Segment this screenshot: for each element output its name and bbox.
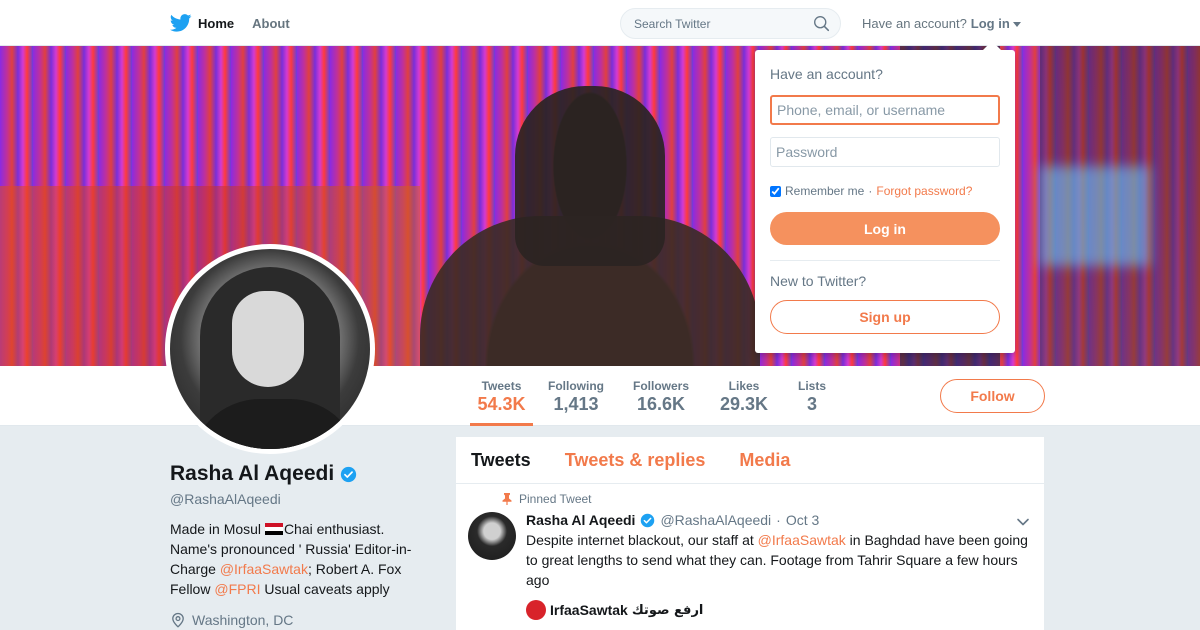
bio-mention-link[interactable]: @IrfaaSawtak bbox=[220, 561, 308, 577]
verified-badge-icon bbox=[341, 466, 357, 482]
tweet-avatar[interactable] bbox=[468, 512, 516, 560]
stat-value: 54.3K bbox=[477, 394, 526, 414]
stat-likes[interactable]: Likes 29.3K bbox=[718, 366, 770, 426]
login-menu-toggle[interactable]: Log in bbox=[971, 16, 1021, 31]
new-to-twitter-prompt: New to Twitter? bbox=[770, 273, 867, 289]
tab-media[interactable]: Media bbox=[739, 450, 790, 471]
verified-badge-icon bbox=[641, 513, 655, 527]
pinned-tweet[interactable]: Pinned Tweet Rasha Al Aqeedi @RashaAlAqe… bbox=[456, 484, 1044, 630]
tweet-text-part: Despite internet blackout, our staff at bbox=[526, 532, 758, 548]
nav-left: Home About bbox=[170, 0, 300, 46]
tweet-timestamp[interactable]: Oct 3 bbox=[786, 512, 819, 528]
profile-handle[interactable]: @RashaAlAqeedi bbox=[170, 491, 430, 507]
tweet-author-handle[interactable]: @RashaAlAqeedi bbox=[660, 512, 771, 528]
stat-label: Following bbox=[548, 379, 604, 393]
username-input[interactable] bbox=[770, 95, 1000, 125]
divider bbox=[770, 260, 1000, 261]
quoted-account[interactable]: IrfaaSawtak ارفع صوتك bbox=[526, 600, 703, 620]
tweet-text: Despite internet blackout, our staff at … bbox=[526, 530, 1031, 590]
about-label: About bbox=[252, 15, 290, 31]
forgot-password-link[interactable]: Forgot password? bbox=[876, 184, 972, 198]
profile-bio: Made in Mosul Chai enthusiast. Name's pr… bbox=[170, 519, 422, 599]
stat-label: Tweets bbox=[481, 379, 522, 393]
remember-me-row: Remember me · Forgot password? bbox=[770, 184, 972, 198]
bio-text: Made in Mosul bbox=[170, 521, 265, 537]
remember-me-checkbox[interactable] bbox=[770, 185, 781, 197]
password-input[interactable] bbox=[770, 137, 1000, 167]
tab-tweets[interactable]: Tweets bbox=[471, 450, 531, 471]
profile-location: Washington, DC bbox=[170, 612, 430, 628]
search-box bbox=[620, 8, 841, 39]
profile-name-row: Rasha Al Aqeedi bbox=[170, 462, 430, 486]
login-button[interactable]: Log in bbox=[770, 212, 1000, 245]
profile-sidebar: Rasha Al Aqeedi @RashaAlAqeedi Made in M… bbox=[170, 462, 430, 628]
chevron-down-icon bbox=[1012, 22, 1021, 27]
stat-following[interactable]: Following 1,413 bbox=[548, 366, 604, 426]
stat-value: 1,413 bbox=[553, 394, 599, 414]
irfaasawtak-logo-icon bbox=[526, 600, 546, 620]
login-dropdown: Have an account? Remember me · Forgot pa… bbox=[755, 41, 1015, 353]
twitter-bird-icon bbox=[170, 14, 192, 32]
quoted-account-arabic-name: ارفع صوتك bbox=[631, 602, 704, 618]
location-pin-icon bbox=[172, 612, 184, 628]
pin-icon bbox=[502, 493, 512, 505]
remember-me-label: Remember me bbox=[785, 184, 865, 198]
stat-value: 3 bbox=[806, 394, 817, 414]
tweet-header: Rasha Al Aqeedi @RashaAlAqeedi · Oct 3 bbox=[526, 512, 819, 528]
stat-label: Likes bbox=[728, 379, 760, 393]
stat-followers[interactable]: Followers 16.6K bbox=[632, 366, 690, 426]
home-label: Home bbox=[198, 15, 235, 31]
stat-value: 29.3K bbox=[719, 394, 769, 414]
search-input[interactable] bbox=[621, 9, 801, 38]
profile-avatar[interactable] bbox=[165, 244, 375, 454]
tweet-mention-link[interactable]: @IrfaaSawtak bbox=[758, 532, 846, 548]
about-nav-link[interactable]: About bbox=[252, 0, 300, 46]
bio-text: Usual caveats apply bbox=[260, 581, 390, 597]
location-text: Washington, DC bbox=[192, 612, 294, 628]
stat-label: Followers bbox=[632, 379, 689, 393]
remember-separator: · bbox=[868, 184, 873, 198]
timeline: Tweets Tweets & replies Media Pinned Twe… bbox=[456, 437, 1044, 630]
avatar-image bbox=[170, 249, 370, 449]
nav-right: Have an account? Log in bbox=[620, 8, 1021, 39]
pinned-indicator: Pinned Tweet bbox=[502, 492, 592, 506]
stat-lists[interactable]: Lists 3 bbox=[796, 366, 828, 426]
banner-art-glow bbox=[1040, 166, 1150, 266]
quoted-account-name: IrfaaSawtak bbox=[550, 602, 628, 618]
signup-button[interactable]: Sign up bbox=[770, 300, 1000, 334]
tweet-author-name[interactable]: Rasha Al Aqeedi bbox=[526, 512, 635, 528]
login-dropdown-title: Have an account? bbox=[770, 66, 883, 82]
search-icon[interactable] bbox=[813, 15, 830, 32]
timeline-tabs: Tweets Tweets & replies Media bbox=[456, 437, 1044, 484]
tab-tweets-replies[interactable]: Tweets & replies bbox=[565, 450, 706, 471]
bio-mention-link[interactable]: @FPRI bbox=[214, 581, 260, 597]
stat-tweets[interactable]: Tweets 54.3K bbox=[470, 366, 533, 426]
iraq-flag-icon bbox=[264, 523, 283, 535]
chevron-down-icon[interactable] bbox=[1016, 515, 1030, 529]
account-prompt: Have an account? bbox=[862, 16, 967, 31]
follow-button[interactable]: Follow bbox=[940, 379, 1045, 413]
home-nav-link[interactable]: Home bbox=[170, 0, 244, 46]
stat-value: 16.6K bbox=[636, 394, 686, 414]
avatar-face bbox=[232, 291, 304, 387]
tweet-separator: · bbox=[776, 512, 781, 528]
banner-figure-hood bbox=[515, 86, 665, 266]
profile-name[interactable]: Rasha Al Aqeedi bbox=[170, 462, 334, 486]
pinned-label: Pinned Tweet bbox=[519, 492, 592, 506]
stat-label: Lists bbox=[797, 379, 826, 393]
top-navigation: Home About Have an account? Log in bbox=[0, 0, 1200, 46]
login-label: Log in bbox=[970, 16, 1010, 31]
